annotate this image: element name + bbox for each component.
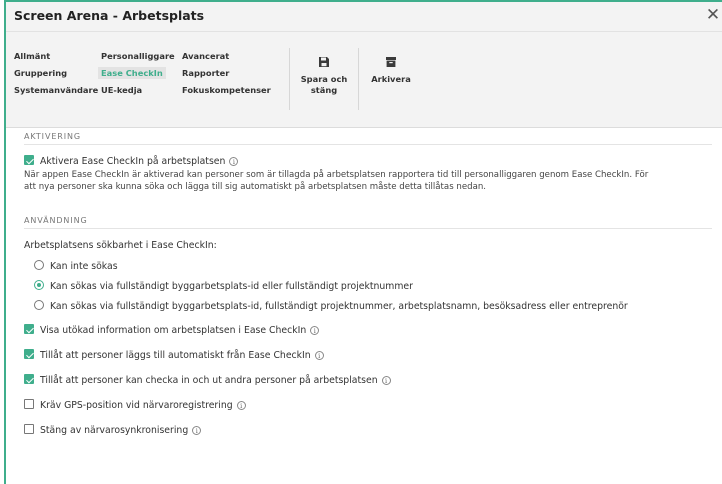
- tab-personalliggare[interactable]: Personalliggare: [101, 50, 182, 62]
- ribbon-toolbar: Allmänt Personalliggare Avancerat Gruppe…: [6, 32, 722, 128]
- radio-option-search-extended[interactable]: Kan sökas via fullständigt byggarbetspla…: [34, 300, 628, 312]
- option-require-gps[interactable]: Kräv GPS-position vid närvaroregistrerin…: [24, 399, 246, 411]
- radio-button[interactable]: [34, 260, 44, 270]
- archive-button[interactable]: Arkivera: [370, 56, 412, 85]
- checkbox[interactable]: [24, 374, 34, 384]
- checkbox[interactable]: [24, 349, 34, 359]
- title-bar: Screen Arena - Arbetsplats ✕: [6, 2, 722, 32]
- floppy-disk-icon: [319, 57, 329, 67]
- save-label-line2: stäng: [310, 85, 338, 95]
- option-label: Tillåt att personer kan checka in och ut…: [40, 375, 378, 386]
- activate-checkin-label: Aktivera Ease CheckIn på arbetsplatsen: [40, 156, 226, 167]
- option-label: Tillåt att personer läggs till automatis…: [40, 350, 311, 361]
- activate-checkin-checkbox[interactable]: [24, 155, 34, 165]
- activate-checkin-option[interactable]: Aktivera Ease CheckIn på arbetsplatsen i: [24, 155, 239, 167]
- tab-allmant[interactable]: Allmänt: [14, 50, 101, 62]
- section-heading-usage: ANVÄNDNING: [24, 216, 712, 229]
- option-label: Visa utökad information om arbetsplatsen…: [40, 325, 307, 336]
- tab-rapporter[interactable]: Rapporter: [182, 67, 278, 79]
- archive-box-icon: [386, 57, 396, 67]
- info-icon[interactable]: i: [192, 426, 202, 435]
- info-icon[interactable]: i: [381, 376, 391, 385]
- checkbox[interactable]: [24, 424, 34, 434]
- ribbon-divider: [289, 48, 290, 110]
- activation-description: När appen Ease CheckIn är aktiverad kan …: [24, 169, 720, 193]
- description-line-1: När appen Ease CheckIn är aktiverad kan …: [24, 170, 649, 180]
- tab-ease-checkin[interactable]: Ease CheckIn: [98, 67, 166, 79]
- archive-label: Arkivera: [371, 74, 411, 84]
- radio-option-search-by-id[interactable]: Kan sökas via fullständigt byggarbetspla…: [34, 280, 413, 292]
- save-label-line1: Spara och: [300, 74, 348, 84]
- searchability-label: Arbetsplatsens sökbarhet i Ease CheckIn:: [24, 240, 217, 251]
- tab-avancerat[interactable]: Avancerat: [182, 50, 278, 62]
- save-and-close-button[interactable]: Spara och stäng: [296, 56, 352, 96]
- radio-button[interactable]: [34, 280, 44, 290]
- section-heading-activation: AKTIVERING: [24, 132, 712, 145]
- tab-ue-kedja[interactable]: UE-kedja: [101, 84, 182, 96]
- radio-button[interactable]: [34, 300, 44, 310]
- tab-systemanvandare[interactable]: Systemanvändare: [14, 84, 101, 96]
- option-label: Stäng av närvarosynkronisering: [40, 425, 189, 436]
- option-extended-info[interactable]: Visa utökad information om arbetsplatsen…: [24, 324, 320, 336]
- option-label: Kräv GPS-position vid närvaroregistrerin…: [40, 400, 233, 411]
- checkbox[interactable]: [24, 324, 34, 334]
- option-checkin-others[interactable]: Tillåt att personer kan checka in och ut…: [24, 374, 391, 386]
- radio-option-not-searchable[interactable]: Kan inte sökas: [34, 260, 118, 272]
- option-disable-sync[interactable]: Stäng av närvarosynkronisering i: [24, 424, 202, 436]
- tab-navigation: Allmänt Personalliggare Avancerat Gruppe…: [14, 50, 278, 96]
- info-icon[interactable]: i: [229, 157, 239, 166]
- checkbox[interactable]: [24, 399, 34, 409]
- info-icon[interactable]: i: [314, 351, 324, 360]
- ribbon-divider: [358, 48, 359, 110]
- description-line-2: att nya personer ska kunna söka och lägg…: [24, 182, 487, 192]
- workplace-dialog: Screen Arena - Arbetsplats ✕ Allmänt Per…: [4, 0, 722, 484]
- radio-label: Kan inte sökas: [50, 261, 118, 272]
- option-auto-add-persons[interactable]: Tillåt att personer läggs till automatis…: [24, 349, 324, 361]
- info-icon[interactable]: i: [236, 401, 246, 410]
- radio-label: Kan sökas via fullständigt byggarbetspla…: [50, 301, 628, 312]
- tab-fokuskompetenser[interactable]: Fokuskompetenser: [182, 84, 278, 96]
- info-icon[interactable]: i: [310, 326, 320, 335]
- radio-label: Kan sökas via fullständigt byggarbetspla…: [50, 281, 413, 292]
- close-icon[interactable]: ✕: [704, 5, 722, 25]
- tab-gruppering[interactable]: Gruppering: [14, 67, 101, 79]
- dialog-title: Screen Arena - Arbetsplats: [14, 8, 205, 23]
